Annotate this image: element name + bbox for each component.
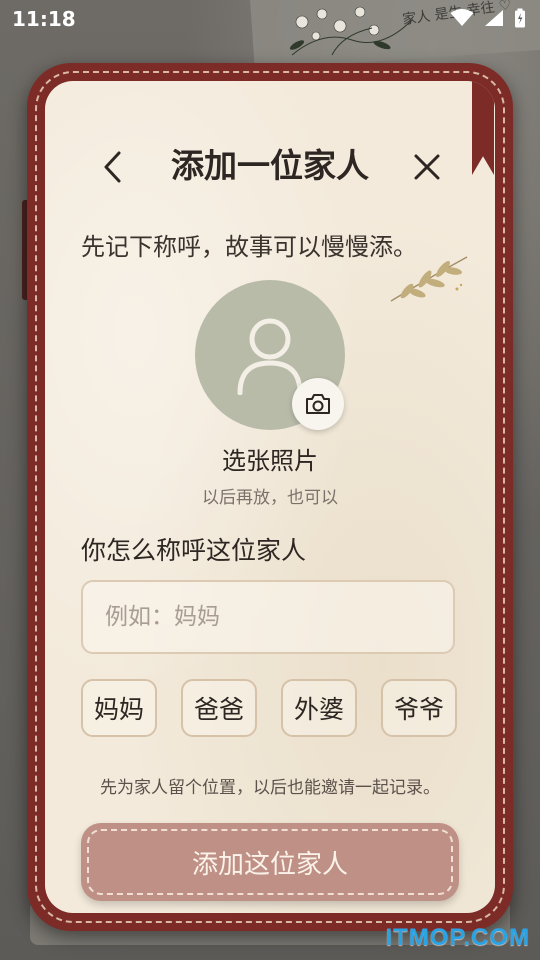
bookmark-ribbon	[472, 81, 494, 175]
name-input[interactable]	[81, 580, 455, 654]
choose-photo-hint: 以后再放，也可以	[202, 488, 338, 508]
status-icons	[450, 8, 526, 28]
user-icon	[237, 318, 303, 395]
chip-mama[interactable]: 妈妈	[81, 679, 157, 737]
status-bar: 11:18	[0, 0, 540, 36]
invite-note: 先为家人留个位置，以后也能邀请一起记录。	[100, 778, 440, 798]
chip-waipo[interactable]: 外婆	[281, 679, 357, 737]
add-family-dialog: 添加一位家人 先记下称呼，故事可以慢慢添。 选张照片 以后再放，也可以 你怎么称…	[27, 63, 513, 931]
name-suggestion-chips: 妈妈 爸爸 外婆 爷爷	[81, 679, 459, 739]
leaf-sprig-icon	[390, 256, 468, 302]
dialog-paper: 添加一位家人 先记下称呼，故事可以慢慢添。 选张照片 以后再放，也可以 你怎么称…	[45, 81, 495, 913]
close-button[interactable]	[405, 145, 449, 189]
close-icon	[414, 154, 440, 180]
choose-photo-label[interactable]: 选张照片	[45, 441, 495, 476]
name-field-label: 你怎么称呼这位家人	[81, 536, 307, 565]
chip-yeye[interactable]: 爷爷	[381, 679, 457, 737]
back-button[interactable]	[95, 145, 131, 189]
watermark: ITMOP.COM	[385, 924, 530, 951]
add-family-button[interactable]: 添加这位家人	[81, 823, 459, 901]
wifi-icon	[450, 9, 474, 26]
chip-baba[interactable]: 爸爸	[181, 679, 257, 737]
battery-icon	[515, 8, 525, 28]
camera-button[interactable]	[292, 378, 344, 430]
camera-icon	[306, 394, 330, 414]
dialog-subtitle: 先记下称呼，故事可以慢慢添。	[81, 233, 417, 261]
signal-icon	[485, 10, 503, 26]
add-family-button-label: 添加这位家人	[87, 829, 453, 895]
dialog-title: 添加一位家人	[171, 146, 369, 185]
status-time: 11:18	[12, 7, 76, 31]
chevron-left-icon	[104, 151, 121, 183]
